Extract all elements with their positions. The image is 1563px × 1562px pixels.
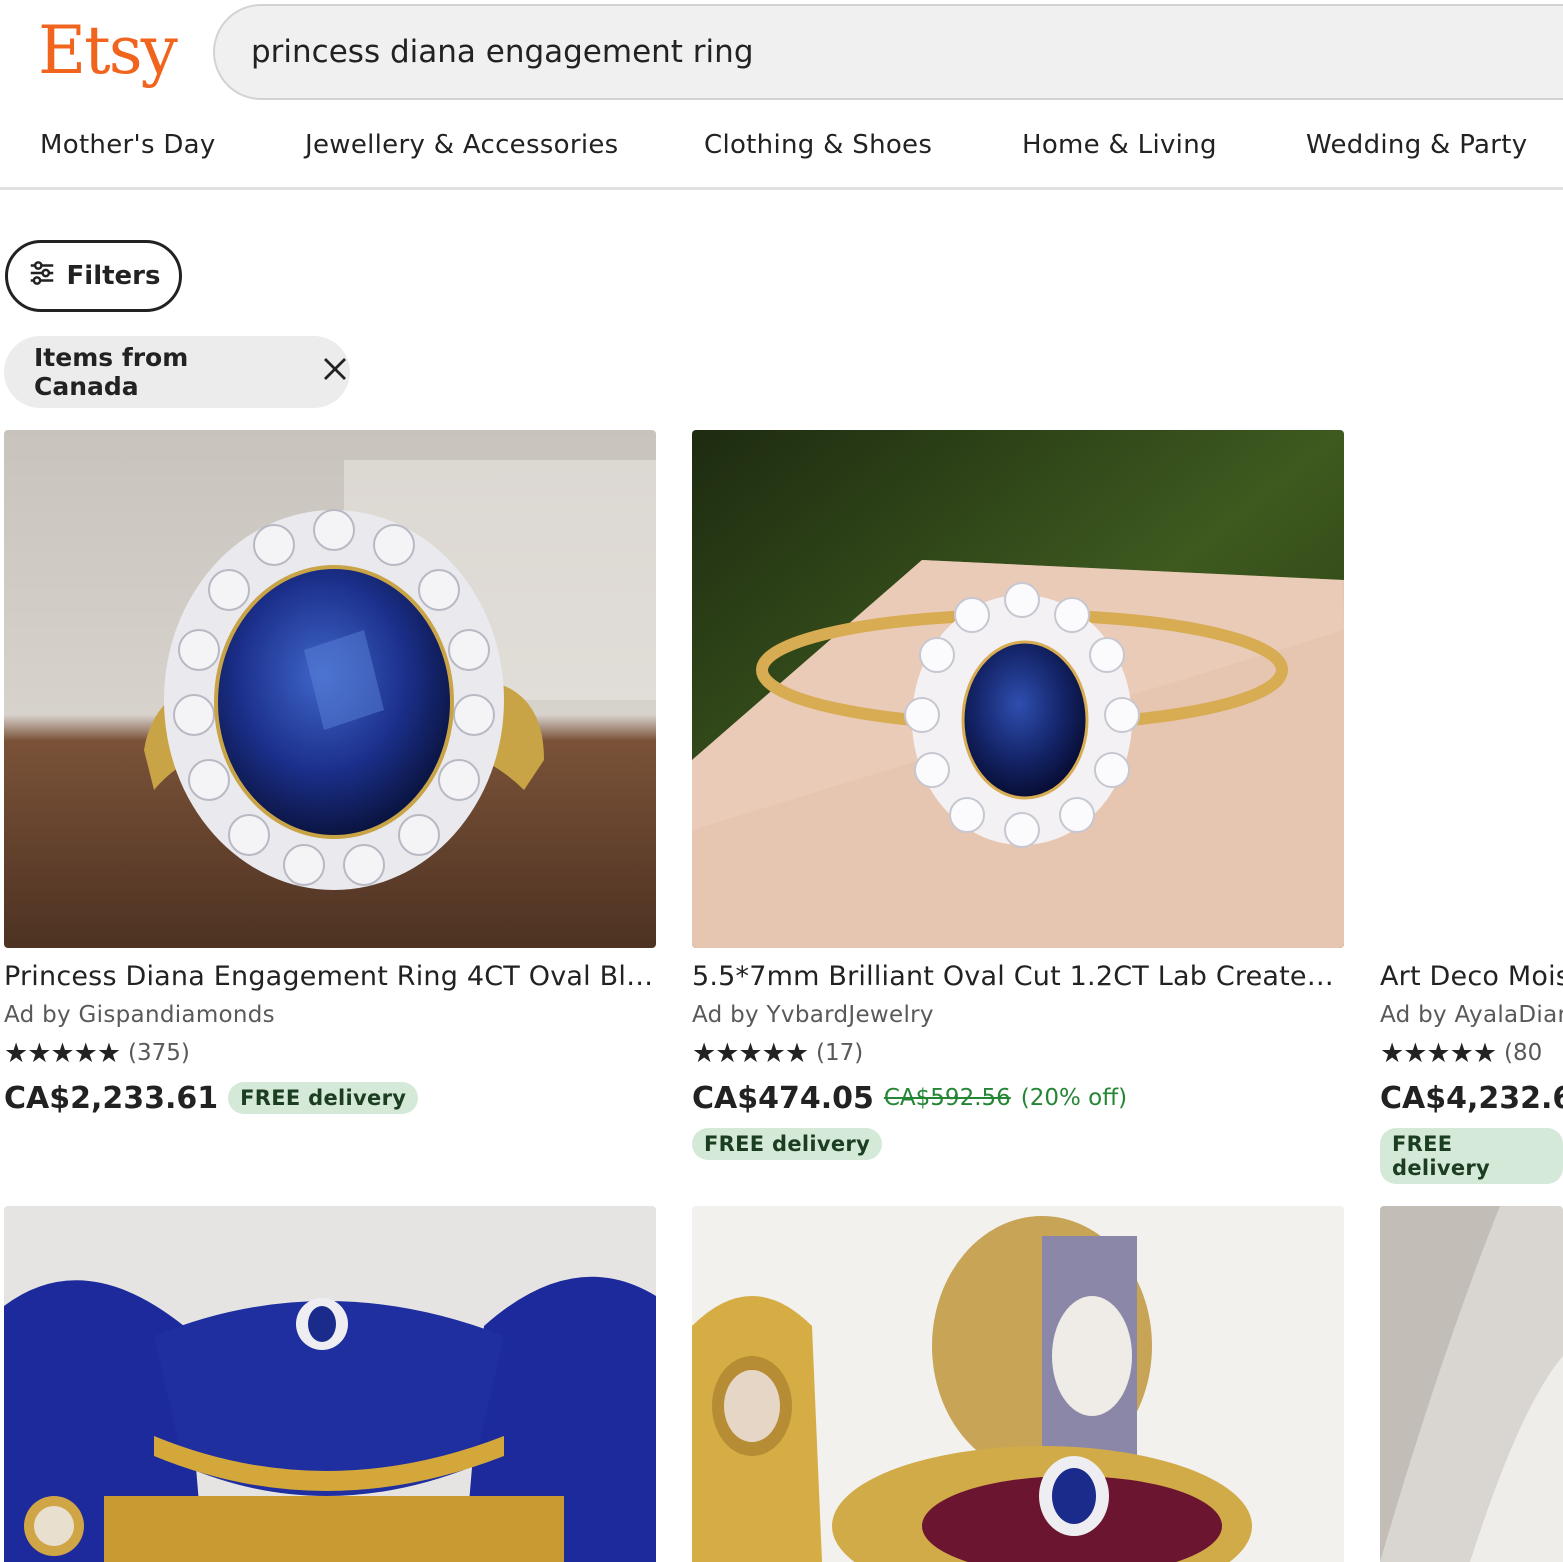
listing-title[interactable]: Princess Diana Engagement Ring 4CT Oval … <box>4 960 656 994</box>
listing-rating: ★★★★★ (375) <box>4 1037 656 1069</box>
listing-price: CA$4,232.6 <box>1380 1080 1563 1116</box>
free-delivery-badge: FREE delivery <box>692 1128 883 1160</box>
listing-image[interactable] <box>4 430 656 948</box>
listing-image[interactable] <box>4 1206 656 1562</box>
filters-label: Filters <box>66 261 161 291</box>
listing-image[interactable] <box>1380 1206 1563 1562</box>
filters-button[interactable]: Filters <box>5 240 182 312</box>
review-count: (17) <box>816 1040 864 1066</box>
listing-price: CA$2,233.61 <box>4 1080 219 1116</box>
price-row: CA$4,232.6 <box>1380 1078 1563 1118</box>
original-price: CA$592.56 <box>883 1085 1011 1111</box>
search-input[interactable] <box>215 6 1415 98</box>
listing-image[interactable] <box>692 430 1344 948</box>
review-count: (375) <box>128 1040 190 1066</box>
filter-chip-items-from-canada[interactable]: Items from Canada <box>4 336 350 408</box>
star-rating-icon: ★★★★★ <box>1380 1037 1497 1069</box>
nav-item-mothers-day[interactable]: Mother's Day <box>40 130 216 160</box>
sliders-icon <box>27 258 57 295</box>
free-delivery-badge: FREE delivery <box>1380 1128 1563 1184</box>
listing-title[interactable]: 5.5*7mm Brilliant Oval Cut 1.2CT Lab Cre… <box>692 960 1344 994</box>
listing-rating: ★★★★★ (80 <box>1380 1037 1563 1069</box>
filter-chip-label: Items from Canada <box>34 343 189 401</box>
review-count: (80 <box>1504 1040 1543 1066</box>
nav-item-home-living[interactable]: Home & Living <box>1022 130 1217 160</box>
listing-card[interactable]: Princess Diana Engagement Ring 4CT Oval … <box>4 430 656 1118</box>
discount-percent: (20% off) <box>1020 1085 1128 1111</box>
star-rating-icon: ★★★★★ <box>692 1037 809 1069</box>
nav-item-clothing[interactable]: Clothing & Shoes <box>704 130 932 160</box>
listing-rating: ★★★★★ (17) <box>692 1037 1344 1069</box>
close-icon[interactable] <box>320 354 350 390</box>
listing-title[interactable]: Art Deco Mois <box>1380 960 1563 994</box>
listing-shop[interactable]: Ad by AyalaDiam <box>1380 1000 1563 1030</box>
etsy-logo[interactable]: Etsy <box>38 6 178 96</box>
free-delivery-badge: FREE delivery <box>228 1082 419 1114</box>
listing-shop[interactable]: Ad by YvbardJewelry <box>692 1000 1344 1030</box>
search-bar[interactable] <box>213 4 1563 100</box>
listing-shop[interactable]: Ad by Gispandiamonds <box>4 1000 656 1030</box>
nav-item-wedding-party[interactable]: Wedding & Party <box>1306 130 1527 160</box>
listing-image[interactable] <box>692 1206 1344 1562</box>
nav-item-jewellery[interactable]: Jewellery & Accessories <box>305 130 619 160</box>
star-rating-icon: ★★★★★ <box>4 1037 121 1069</box>
listing-card[interactable]: 5.5*7mm Brilliant Oval Cut 1.2CT Lab Cre… <box>692 430 1344 1160</box>
listing-price: CA$474.05 <box>692 1080 874 1116</box>
price-row: CA$2,233.61 FREE delivery <box>4 1078 656 1118</box>
category-nav: Mother's Day Jewellery & Accessories Clo… <box>0 110 1563 190</box>
listing-image[interactable] <box>1380 430 1563 948</box>
listing-card[interactable]: Art Deco Mois Ad by AyalaDiam ★★★★★ (80 … <box>1380 430 1563 1184</box>
price-row: CA$474.05 CA$592.56 (20% off) <box>692 1078 1344 1118</box>
